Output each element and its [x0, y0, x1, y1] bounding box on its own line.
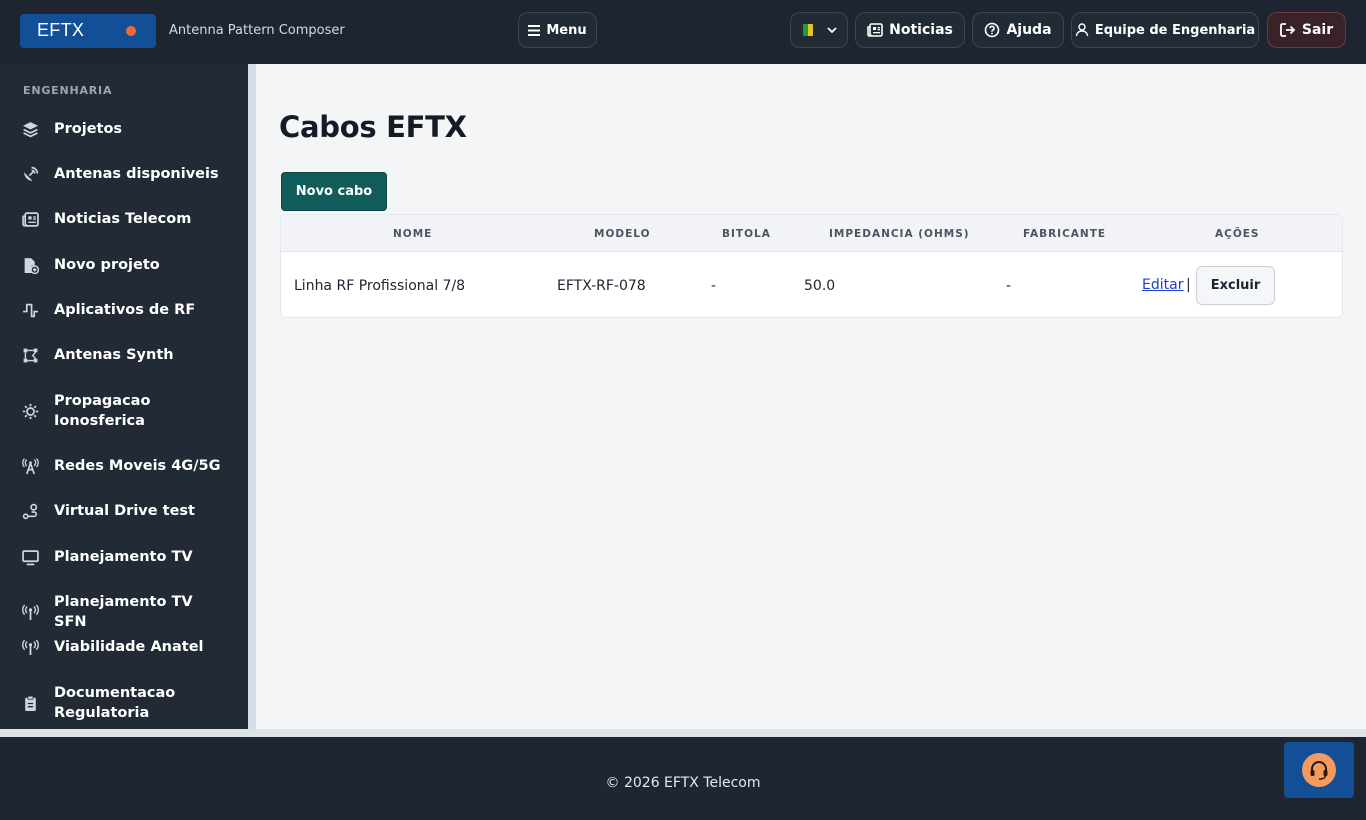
menu-button-label: Menu	[546, 22, 587, 38]
sidebar-section-title: ENGENHARIA	[23, 84, 113, 97]
user-profile-label: Equipe de Engenharia	[1094, 22, 1256, 38]
sidebar-item-novo-projeto[interactable]: Novo projeto	[22, 255, 242, 275]
sidebar-item-noticias-telecom[interactable]: Noticias Telecom	[22, 209, 242, 229]
column-header-nome: NOME	[393, 228, 433, 240]
cell-nome: Linha RF Profissional 7/8	[294, 278, 466, 294]
help-button-label: Ajuda	[1006, 22, 1052, 38]
gear-sun-icon	[22, 401, 44, 421]
sidebar: ENGENHARIA Projetos Antenas disponiveis …	[0, 64, 248, 729]
sidebar-item-label: Virtual Drive test	[54, 503, 195, 519]
newspaper-icon	[867, 23, 883, 37]
logout-button[interactable]: Sair	[1267, 12, 1346, 48]
cell-tower-icon	[22, 456, 44, 476]
app-subtitle: Antenna Pattern Composer	[169, 23, 345, 38]
support-button[interactable]	[1284, 742, 1354, 798]
user-icon	[1075, 23, 1089, 37]
sidebar-item-label: Planejamento TV	[54, 549, 193, 565]
hamburger-icon	[528, 24, 541, 36]
new-cable-button[interactable]: Novo cabo	[281, 172, 387, 211]
language-select[interactable]	[790, 12, 848, 48]
logo-text: EFTX	[37, 20, 85, 40]
main-content: Cabos EFTX Novo cabo NOME MODELO BITOLA …	[256, 64, 1366, 729]
logo[interactable]: EFTX	[20, 14, 156, 48]
sidebar-item-propagacao-ionosferica[interactable]: Propagacao Ionosferica	[22, 391, 242, 431]
chevron-down-icon	[827, 26, 837, 34]
route-icon	[22, 501, 44, 521]
sidebar-item-planejamento-tv[interactable]: Planejamento TV	[22, 547, 242, 567]
top-bar: EFTX Antenna Pattern Composer Menu Notic…	[0, 0, 1366, 64]
page-title: Cabos EFTX	[279, 110, 467, 144]
sidebar-item-label: Projetos	[54, 121, 123, 137]
column-header-modelo: MODELO	[594, 228, 651, 240]
sidebar-item-label: Antenas Synth	[54, 347, 174, 363]
help-button[interactable]: Ajuda	[972, 12, 1064, 48]
logout-icon	[1279, 23, 1296, 37]
cables-table: NOME MODELO BITOLA IMPEDANCIA (OHMS) FAB…	[280, 214, 1343, 318]
logout-button-label: Sair	[1301, 22, 1334, 38]
column-header-impedancia: IMPEDANCIA (OHMS)	[829, 228, 970, 240]
news-button[interactable]: Noticias	[855, 12, 965, 48]
copyright-text: © 2026 EFTX Telecom	[605, 775, 761, 791]
sidebar-item-label: Documentacao Regulatoria	[54, 685, 176, 721]
cell-impedancia: 50.0	[804, 278, 836, 294]
news-button-label: Noticias	[889, 22, 953, 38]
sidebar-item-label: Antenas disponiveis	[54, 166, 219, 182]
brazil-flag-icon	[803, 24, 813, 36]
headset-icon	[1302, 753, 1336, 787]
sidebar-item-viabilidade-anatel[interactable]: Viabilidade Anatel	[22, 637, 242, 657]
table-header: NOME MODELO BITOLA IMPEDANCIA (OHMS) FAB…	[281, 215, 1342, 252]
logo-dot-icon	[126, 26, 136, 36]
satellite-dish-icon	[22, 164, 44, 184]
sidebar-item-planejamento-tv-sfn[interactable]: Planejamento TV SFN	[22, 592, 242, 632]
sidebar-item-projetos[interactable]: Projetos	[22, 119, 242, 139]
vector-shape-icon	[22, 345, 44, 365]
sidebar-item-label: Noticias Telecom	[54, 211, 192, 227]
column-header-bitola: BITOLA	[722, 228, 771, 240]
action-separator: |	[1186, 277, 1191, 293]
sidebar-item-label: Viabilidade Anatel	[54, 639, 204, 655]
sidebar-item-virtual-drive-test[interactable]: Virtual Drive test	[22, 501, 242, 521]
signal-wave-icon	[22, 300, 44, 320]
broadcast-icon	[22, 602, 44, 622]
broadcast-icon	[22, 637, 44, 657]
sidebar-item-documentacao-regulatoria[interactable]: Documentacao Regulatoria	[22, 683, 242, 723]
newspaper-icon	[22, 209, 44, 229]
file-plus-icon	[22, 255, 44, 275]
question-circle-icon	[984, 22, 1000, 38]
menu-button[interactable]: Menu	[518, 12, 597, 48]
clipboard-icon	[22, 693, 44, 713]
sidebar-item-label: Novo projeto	[54, 257, 160, 273]
sidebar-item-label: Aplicativos de RF	[54, 302, 196, 318]
layers-icon	[22, 119, 44, 139]
delete-button[interactable]: Excluir	[1196, 266, 1275, 305]
sidebar-item-label: Planejamento TV SFN	[54, 594, 193, 630]
sidebar-item-antenas-disponiveis[interactable]: Antenas disponiveis	[22, 164, 242, 184]
sidebar-item-label: Propagacao Ionosferica	[54, 393, 151, 429]
edit-link[interactable]: Editar	[1142, 277, 1183, 293]
monitor-icon	[22, 547, 44, 567]
sidebar-item-redes-moveis[interactable]: Redes Moveis 4G/5G	[22, 456, 242, 476]
sidebar-item-label: Redes Moveis 4G/5G	[54, 458, 221, 474]
cell-fabricante: -	[1006, 278, 1012, 294]
column-header-acoes: AÇÕES	[1215, 228, 1260, 240]
column-header-fabricante: FABRICANTE	[1023, 228, 1107, 240]
cell-modelo: EFTX-RF-078	[557, 278, 646, 294]
sidebar-item-aplicativos-rf[interactable]: Aplicativos de RF	[22, 300, 242, 320]
sidebar-item-antenas-synth[interactable]: Antenas Synth	[22, 345, 242, 365]
footer: © 2026 EFTX Telecom	[0, 737, 1366, 820]
cell-bitola: -	[711, 278, 717, 294]
sidebar-divider	[248, 64, 256, 729]
user-profile-button[interactable]: Equipe de Engenharia	[1071, 12, 1259, 48]
